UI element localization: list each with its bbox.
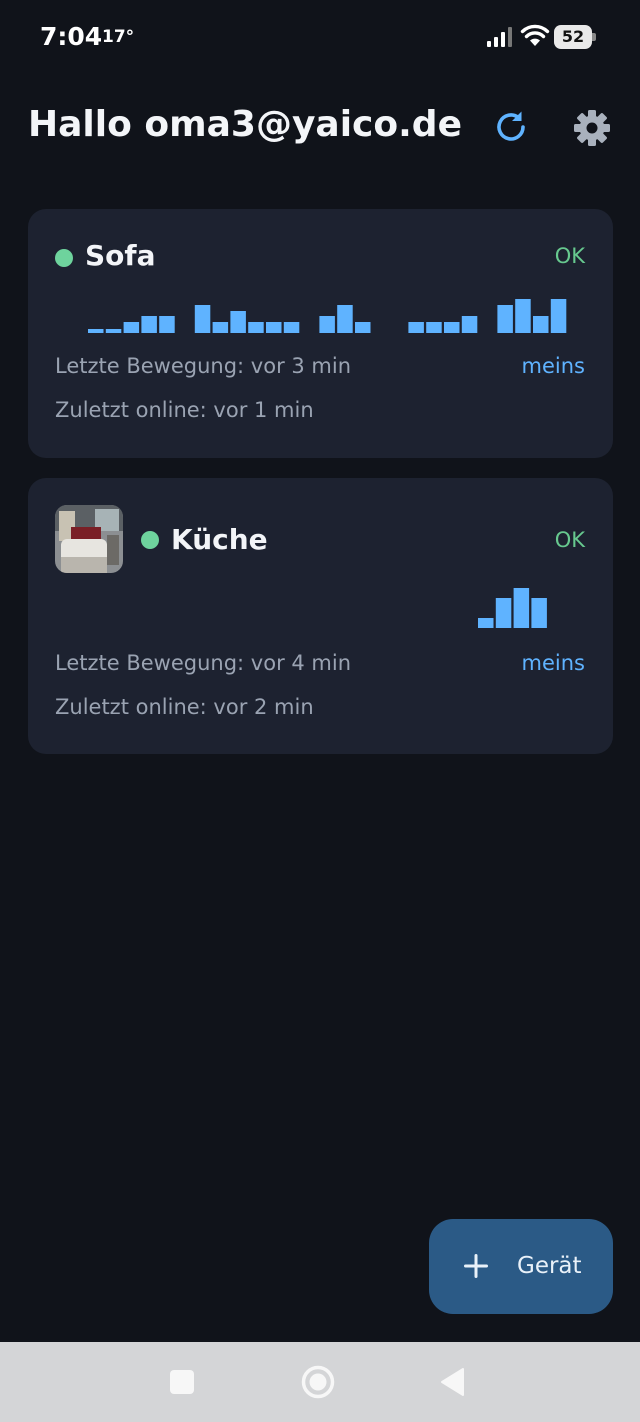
plus-icon xyxy=(464,1254,488,1278)
activity-bar xyxy=(141,316,157,333)
gear-icon[interactable] xyxy=(572,108,612,148)
activity-bar xyxy=(337,305,353,333)
add-device-button[interactable]: Gerät xyxy=(429,1219,613,1314)
activity-bar xyxy=(123,322,140,333)
navigation-bar xyxy=(0,1342,640,1422)
activity-bar xyxy=(444,322,460,333)
battery-icon: 52 xyxy=(554,25,596,49)
last-motion-text: Letzte Bewegung: vor 3 min xyxy=(55,354,352,378)
battery-level: 52 xyxy=(561,27,585,46)
owner-link[interactable]: meins xyxy=(522,651,585,675)
activity-bar xyxy=(283,322,300,333)
activity-bar xyxy=(105,329,122,333)
last-online-text: Zuletzt online: vor 1 min xyxy=(55,398,314,422)
status-bar: 7:04 17° 52 xyxy=(0,0,640,76)
device-card-kueche[interactable]: Küche OK Letzte Bewegung: vor 4 min mein… xyxy=(28,478,613,754)
refresh-icon[interactable] xyxy=(492,108,530,146)
activity-bar xyxy=(230,311,246,333)
device-name: Küche xyxy=(171,523,268,556)
status-badge: OK xyxy=(554,244,585,268)
online-indicator xyxy=(141,531,159,549)
add-device-label: Gerät xyxy=(517,1253,582,1279)
wifi-icon xyxy=(520,24,550,46)
device-card-sofa[interactable]: Sofa OK Letzte Bewegung: vor 3 min meins… xyxy=(28,209,613,458)
square-icon[interactable] xyxy=(169,1369,195,1395)
activity-bar xyxy=(497,305,513,333)
activity-bar xyxy=(355,322,371,333)
activity-bar xyxy=(212,322,229,333)
online-indicator xyxy=(55,249,73,267)
last-motion-text: Letzte Bewegung: vor 4 min xyxy=(55,651,352,675)
activity-bar xyxy=(319,316,335,333)
device-name: Sofa xyxy=(85,239,156,272)
activity-chart xyxy=(478,588,547,628)
signal-icon xyxy=(487,27,512,47)
activity-bar xyxy=(513,588,530,628)
activity-bar xyxy=(248,322,264,333)
owner-link[interactable]: meins xyxy=(522,354,585,378)
activity-bar xyxy=(194,305,211,333)
activity-bar xyxy=(550,299,567,333)
status-badge: OK xyxy=(554,528,585,552)
circle-icon[interactable] xyxy=(300,1364,336,1400)
last-online-text: Zuletzt online: vor 2 min xyxy=(55,695,314,719)
activity-bar xyxy=(515,299,531,333)
activity-bar xyxy=(461,316,478,333)
device-photo xyxy=(55,505,123,573)
page-title: Hallo oma3@yaico.de xyxy=(28,104,462,145)
activity-bar xyxy=(531,598,547,628)
triangle-back-icon[interactable] xyxy=(439,1367,465,1397)
activity-bar xyxy=(159,316,175,333)
activity-bar xyxy=(266,322,282,333)
activity-bar xyxy=(408,322,424,333)
activity-chart xyxy=(88,299,567,333)
activity-bar xyxy=(478,618,494,628)
activity-bar xyxy=(533,316,549,333)
activity-bar xyxy=(88,329,104,333)
activity-bar xyxy=(426,322,442,333)
activity-bar xyxy=(495,598,512,628)
status-time: 7:04 xyxy=(40,22,103,51)
status-temperature: 17° xyxy=(102,27,135,47)
